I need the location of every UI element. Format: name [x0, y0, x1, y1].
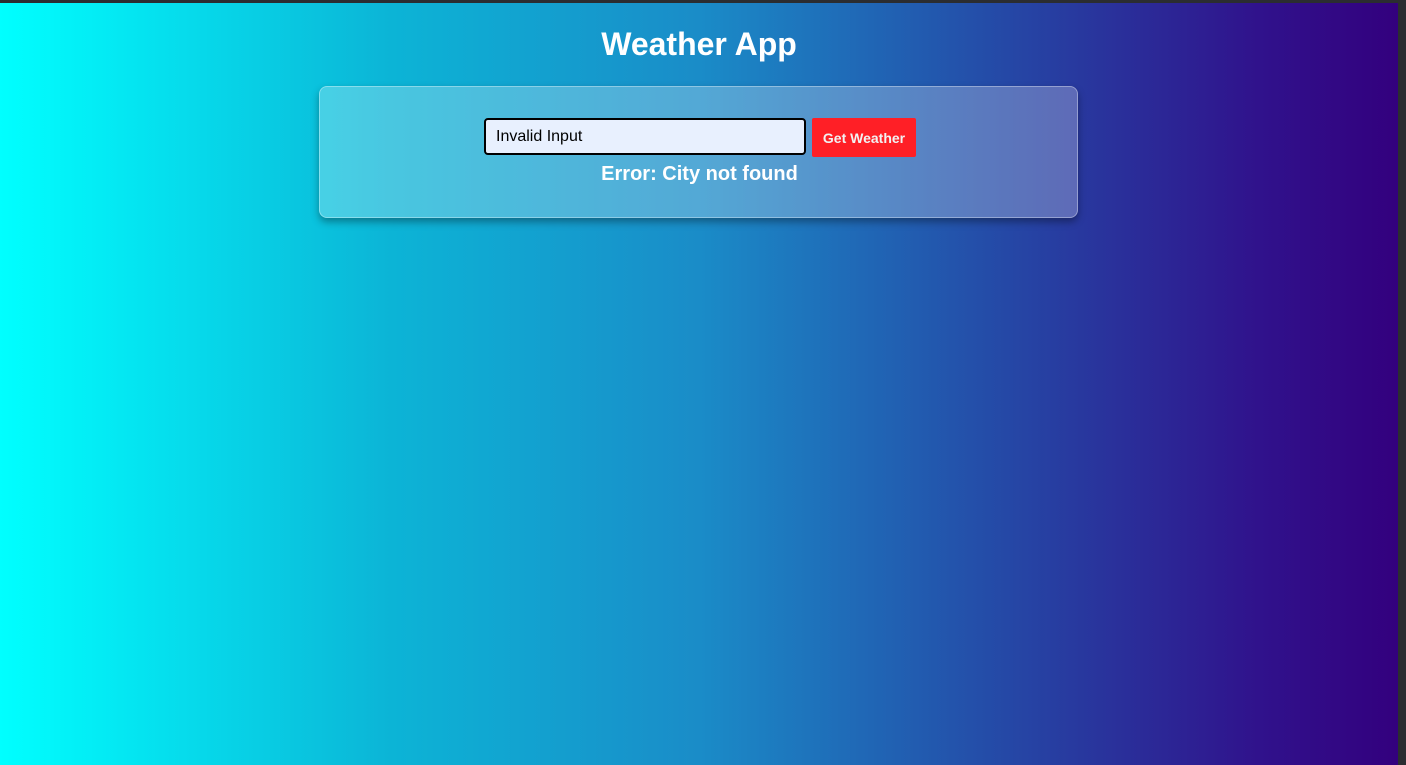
error-message: Error: City not found	[601, 163, 798, 185]
get-weather-button[interactable]: Get Weather	[812, 118, 916, 157]
city-search-input[interactable]	[484, 118, 806, 155]
app-background: Weather App Get Weather Error: City not …	[0, 3, 1398, 765]
weather-search-card: Get Weather Error: City not found	[319, 86, 1078, 218]
page-title: Weather App	[601, 26, 797, 62]
